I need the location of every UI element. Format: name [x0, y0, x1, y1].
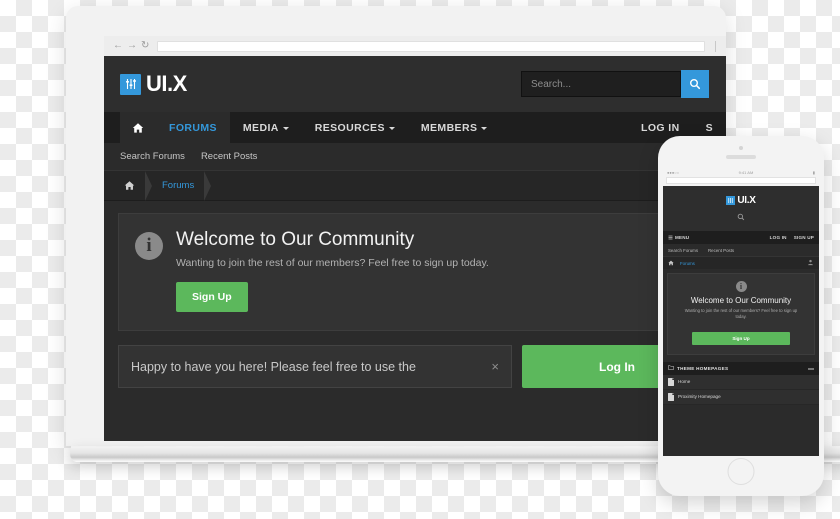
- info-circle-icon: i: [735, 281, 747, 292]
- phone-navigation: MENU LOG IN SIGN UP: [663, 231, 819, 244]
- browser-menu-icon[interactable]: [715, 40, 718, 52]
- phone-logo-text: UI.X: [737, 195, 756, 206]
- search-icon: [690, 79, 701, 90]
- phone-viewport: ●●●○○ 9:41 AM ▮ UI.X MENU LOG IN SIGN UP…: [663, 168, 819, 456]
- phone-mockup: ●●●○○ 9:41 AM ▮ UI.X MENU LOG IN SIGN UP…: [658, 136, 824, 496]
- subnav-item-search-forums[interactable]: Search Forums: [120, 151, 201, 162]
- nav-label: S: [705, 121, 713, 134]
- breadcrumb-separator: [145, 170, 152, 201]
- page-title: Welcome to Our Community: [176, 229, 415, 250]
- breadcrumb: Forums: [104, 170, 726, 201]
- search-icon[interactable]: [737, 213, 745, 223]
- chevron-down-icon: [481, 126, 488, 130]
- phone-site-logo[interactable]: UI.X: [726, 195, 756, 206]
- welcome-text-group: Welcome to Our Community Wanting to join…: [176, 229, 489, 312]
- phone-page-title: Welcome to Our Community: [690, 296, 792, 305]
- phone-site-header: UI.X: [663, 186, 819, 231]
- home-icon: [124, 181, 135, 190]
- home-icon: [132, 122, 144, 133]
- search-button[interactable]: [681, 70, 709, 98]
- site-header: UI.X Search...: [104, 56, 726, 112]
- document-icon: [668, 392, 674, 401]
- forward-arrow-icon[interactable]: →: [127, 41, 137, 51]
- phone-subnav-search-forums[interactable]: Search Forums: [668, 248, 698, 253]
- phone-speaker-grille: [726, 155, 756, 159]
- list-item[interactable]: Home: [663, 374, 819, 390]
- phone-login-link[interactable]: LOG IN: [770, 235, 787, 240]
- chevron-down-icon: [282, 126, 289, 130]
- signal-icon: ●●●○○: [667, 170, 680, 175]
- user-upload-icon[interactable]: [807, 259, 814, 267]
- battery-icon: ▮: [812, 170, 815, 175]
- nav-item-members[interactable]: MEMBERS: [408, 112, 500, 143]
- nav-item-resources[interactable]: RESOURCES: [302, 112, 408, 143]
- phone-breadcrumb-forums[interactable]: Forums: [680, 261, 695, 266]
- phone-camera-icon: [739, 146, 743, 150]
- folder-icon: [668, 365, 674, 371]
- breadcrumb-separator: [204, 170, 212, 201]
- list-item-label: Proximity Homepage: [678, 394, 721, 400]
- phone-section-header[interactable]: THEME HOMEPAGES: [663, 361, 819, 375]
- laptop-mockup: ← → ↻ UI.X Search... FORUMS MEDIA RESOUR…: [66, 6, 840, 462]
- phone-welcome-subtitle: Wanting to join the rest of our members?…: [684, 308, 798, 320]
- equalizer-sliders-icon: [726, 196, 736, 205]
- header-search: Search...: [521, 70, 709, 98]
- notice-text: Happy to have you here! Please feel free…: [131, 359, 416, 374]
- phone-breadcrumb: Forums: [663, 257, 819, 269]
- website-viewport: UI.X Search... FORUMS MEDIA RESOURCES ME…: [104, 56, 726, 441]
- notice-banner: Happy to have you here! Please feel free…: [118, 345, 512, 388]
- nav-label: FORUMS: [169, 121, 217, 134]
- document-icon: [668, 377, 674, 386]
- logo-text: UI.X: [146, 71, 187, 96]
- list-item[interactable]: Proximity Homepage: [663, 389, 819, 405]
- equalizer-sliders-icon: [120, 73, 141, 95]
- main-navigation: FORUMS MEDIA RESOURCES MEMBERS LOG IN S: [104, 112, 726, 143]
- phone-url-bar[interactable]: [663, 177, 819, 186]
- close-icon[interactable]: ×: [483, 359, 499, 374]
- phone-signup-link[interactable]: SIGN UP: [794, 235, 814, 240]
- lower-row: Happy to have you here! Please feel free…: [104, 345, 726, 388]
- page-content: i Welcome to Our Community Wanting to jo…: [104, 201, 726, 331]
- phone-section-title: THEME HOMEPAGES: [677, 365, 729, 371]
- phone-menu-label: MENU: [675, 235, 690, 240]
- nav-label: MEDIA: [242, 121, 279, 134]
- welcome-subtitle: Wanting to join the rest of our members?…: [176, 257, 489, 269]
- chevron-down-icon: [388, 126, 395, 130]
- home-icon[interactable]: [668, 260, 674, 267]
- hamburger-menu-icon: [668, 235, 673, 240]
- phone-home-button[interactable]: [727, 458, 755, 485]
- subnav-item-recent-posts[interactable]: Recent Posts: [201, 151, 274, 162]
- phone-status-bar: ●●●○○ 9:41 AM ▮: [663, 168, 819, 177]
- breadcrumb-home[interactable]: [114, 171, 145, 200]
- nav-label: RESOURCES: [314, 121, 385, 134]
- phone-sign-up-button[interactable]: Sign Up: [691, 331, 791, 345]
- browser-nav-buttons[interactable]: ← → ↻: [108, 41, 154, 51]
- list-item-label: Home: [678, 379, 691, 385]
- phone-menu-button[interactable]: MENU: [668, 235, 689, 240]
- info-circle-icon: i: [135, 232, 163, 260]
- site-logo[interactable]: UI.X: [120, 71, 187, 97]
- back-arrow-icon[interactable]: ←: [113, 41, 123, 51]
- welcome-block: i Welcome to Our Community Wanting to jo…: [118, 213, 712, 331]
- nav-item-home[interactable]: [120, 112, 156, 143]
- nav-item-media[interactable]: MEDIA: [230, 112, 302, 143]
- sub-navigation: Search Forums Recent Posts: [104, 143, 726, 171]
- phone-welcome-block: i Welcome to Our Community Wanting to jo…: [667, 273, 815, 355]
- minus-icon[interactable]: [808, 366, 814, 371]
- phone-nav-right-group: LOG IN SIGN UP: [770, 235, 814, 240]
- nav-item-forums[interactable]: FORUMS: [156, 112, 230, 143]
- sign-up-button[interactable]: Sign Up: [176, 282, 248, 312]
- browser-chrome: ← → ↻: [104, 36, 726, 56]
- nav-label: LOG IN: [641, 121, 680, 134]
- phone-subnav-recent-posts[interactable]: Recent Posts: [708, 248, 734, 253]
- url-input[interactable]: [157, 40, 705, 52]
- status-time: 9:41 AM: [738, 170, 754, 175]
- search-input[interactable]: Search...: [521, 71, 681, 97]
- breadcrumb-item-forums[interactable]: Forums: [152, 171, 204, 200]
- reload-icon[interactable]: ↻: [141, 41, 149, 51]
- phone-sub-navigation: Search Forums Recent Posts: [663, 244, 819, 257]
- nav-label: MEMBERS: [420, 121, 478, 134]
